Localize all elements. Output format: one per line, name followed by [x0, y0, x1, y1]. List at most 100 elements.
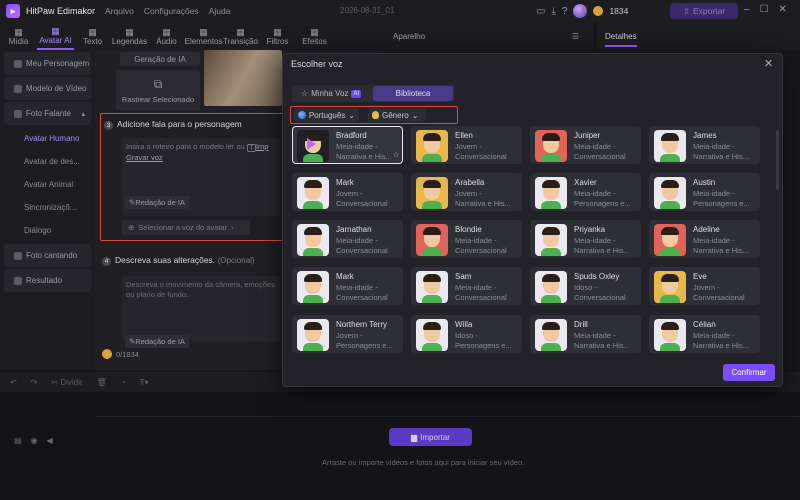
user-avatar[interactable] — [573, 4, 588, 18]
voice-card[interactable]: Célian Meia-idade - Narrativa e His... — [649, 315, 760, 353]
tab-avatar-ai[interactable]: ▦ Avatar AI — [37, 22, 74, 50]
voice-card[interactable]: Adeline Meia-idade - Narrativa e His... — [649, 220, 760, 258]
sidebar-item-3[interactable]: Avatar Humano — [0, 127, 95, 150]
sidebar-item-1[interactable]: Modelo de Vídeo — [4, 77, 91, 100]
sidebar-item-0[interactable]: Meu Personagem — [4, 52, 91, 75]
avatar-body-icon — [541, 201, 561, 209]
help-icon[interactable]: ? — [562, 6, 568, 17]
maximize-icon[interactable]: ☐ — [760, 4, 769, 15]
sidebar-item-9[interactable]: Resultado — [4, 269, 91, 292]
delete-icon[interactable]: 🗑 — [97, 378, 107, 387]
text-tool-icon[interactable]: Ŧ▾ — [140, 378, 149, 387]
chevron-down-icon: ⌄ — [348, 110, 355, 120]
voice-card[interactable]: Austin Meia-idade - Personagens e... — [649, 173, 760, 211]
minimize-icon[interactable]: – — [744, 4, 750, 15]
voice-avatar — [535, 271, 567, 303]
details-tab[interactable]: Detalhes — [605, 32, 637, 47]
track-lock-icon[interactable]: ▤ — [14, 436, 22, 445]
favorite-star-icon[interactable]: ☆ — [393, 151, 399, 159]
tab-filtros[interactable]: ▦ Filtros — [259, 22, 296, 50]
track-visibility-icon[interactable]: ◉ — [31, 436, 38, 445]
layout-icon[interactable]: ▭ — [536, 6, 545, 17]
app-window: ▸ HitPaw Edimakor Arquivo Configurações … — [0, 0, 800, 500]
voice-card[interactable]: Arabella Jovem - Narrativa e His... — [411, 173, 522, 211]
category-icon — [14, 276, 22, 285]
menu-icon[interactable]: ☰ — [572, 32, 579, 41]
voice-card[interactable]: Blondie Meia-idade - Conversacional — [411, 220, 522, 258]
voice-card[interactable]: Juniper Meia-idade - Conversacional — [530, 126, 641, 164]
voice-name: Adeline — [693, 225, 720, 234]
split-button[interactable]: ✂ Dividir — [51, 378, 82, 387]
tab-mídia[interactable]: ▦ Mídia — [0, 22, 37, 50]
voice-card[interactable]: ☆ Bradford Meia-idade - Narrativa e His... — [292, 126, 403, 164]
avatar-thumbnail[interactable] — [204, 50, 282, 106]
gender-filter[interactable]: Gênero ⌄ — [368, 108, 426, 122]
export-button[interactable]: ⇪ Exportar — [670, 3, 738, 19]
voice-card[interactable]: Willa Idoso - Personagens e... — [411, 315, 522, 353]
select-voice-button[interactable]: ⊕ Selecionar a voz do avatar › — [122, 220, 250, 235]
ai-writing-button-2[interactable]: ✎Redação de IA — [125, 335, 189, 348]
avatar-body-icon — [541, 343, 561, 351]
dialog-scrollbar[interactable] — [776, 130, 779, 190]
sidebar-item-2[interactable]: Foto Falante ▴ — [4, 102, 91, 125]
tab-efeitos[interactable]: ▦ Efeitos — [296, 22, 333, 50]
app-name: HitPaw Edimakor — [26, 6, 96, 16]
tab-transição[interactable]: ▦ Transição — [222, 22, 259, 50]
confirm-button[interactable]: Confirmar — [723, 364, 775, 381]
speed-icon[interactable]: ◔ — [121, 378, 126, 387]
step4-number: 4 — [102, 257, 111, 266]
tab-elementos[interactable]: ▦ Elementos — [185, 22, 223, 50]
voice-card[interactable]: James Meia-idade - Narrativa e His... — [649, 126, 760, 164]
sidebar-item-7[interactable]: Diálogo — [0, 219, 95, 242]
ai-writing-button[interactable]: ✎Redação de IA — [125, 196, 189, 209]
tab-library[interactable]: Biblioteca — [373, 86, 453, 101]
star-outline-icon: ☆ — [300, 89, 309, 98]
voice-card[interactable]: Spuds Oxley Idoso - Conversacional — [530, 267, 641, 305]
voice-card[interactable]: Sam Meia-idade - Conversacional — [411, 267, 522, 305]
close-icon[interactable]: ✕ — [764, 57, 773, 70]
language-filter[interactable]: Português ⌄ — [294, 108, 359, 122]
tab-my-voice[interactable]: ☆ Minha Voz AI — [292, 86, 370, 101]
timeline-drop-zone[interactable] — [95, 416, 800, 482]
voice-card[interactable]: Mark Jovem - Conversacional — [292, 173, 403, 211]
voice-name: Célian — [693, 320, 716, 329]
sidebar-item-8[interactable]: Foto cantando — [4, 244, 91, 267]
voice-add-icon: ⊕ — [128, 223, 135, 232]
voice-card[interactable]: Mark Meia-idade - Conversacional — [292, 267, 403, 305]
menu-arquivo[interactable]: Arquivo — [105, 6, 134, 16]
play-icon[interactable] — [307, 138, 316, 150]
track-audio-icon[interactable]: ◀ — [47, 436, 53, 445]
voice-card[interactable]: Ellen Jovem - Conversacional — [411, 126, 522, 164]
preview-title: Aparelho — [393, 31, 426, 41]
voice-name: Northern Terry — [336, 320, 387, 329]
export-label: Exportar — [693, 6, 726, 16]
sidebar-item-4[interactable]: Avatar de des... — [0, 150, 95, 173]
sidebar-item-6[interactable]: Sincronizaçõ... — [0, 196, 95, 219]
voice-card[interactable]: Northern Terry Jovem - Personagens e... — [292, 315, 403, 353]
tab-legendas[interactable]: ▦ Legendas — [111, 22, 148, 50]
redo-icon[interactable]: ↷ — [31, 378, 38, 387]
tab-texto[interactable]: ▦ Texto — [74, 22, 111, 50]
close-window-icon[interactable]: ✕ — [779, 4, 787, 15]
credits-count: 1834 — [609, 6, 629, 16]
import-link[interactable]: Imp — [256, 142, 269, 151]
collapse-icon[interactable]: ▴ — [81, 110, 85, 118]
changes-textarea[interactable]: Descreva o movimento da câmera, emoções … — [122, 276, 280, 342]
voice-card[interactable]: Priyanka Meia-idade - Narrativa e His... — [530, 220, 641, 258]
voice-card[interactable]: Drill Meia-idade - Narrativa e His... — [530, 315, 641, 353]
voice-avatar — [297, 224, 329, 256]
record-voice-link[interactable]: Gravar voz — [126, 153, 163, 162]
voice-card[interactable]: Jarnathan Meia-idade - Conversacional — [292, 220, 403, 258]
voice-card[interactable]: Eve Jovem - Conversacional — [649, 267, 760, 305]
trace-selected-button[interactable]: ⧉ Rastrear Selecionado — [116, 70, 200, 110]
download-icon[interactable]: ⤓ — [551, 6, 555, 17]
undo-icon[interactable]: ↶ — [10, 378, 17, 387]
sidebar-item-5[interactable]: Avatar Animal — [0, 173, 95, 196]
menu-ajuda[interactable]: Ajuda — [209, 6, 231, 16]
drop-hint: Arraste ou importe vídeos e fotos aqui p… — [322, 458, 525, 467]
menu-configuracoes[interactable]: Configurações — [144, 6, 199, 16]
tab-áudio[interactable]: ▦ Áudio — [148, 22, 185, 50]
voice-card[interactable]: Xavier Meia-idade - Personagens e... — [530, 173, 641, 211]
avatar-body-icon — [303, 201, 323, 209]
import-button[interactable]: ▆ Importar — [389, 428, 472, 446]
